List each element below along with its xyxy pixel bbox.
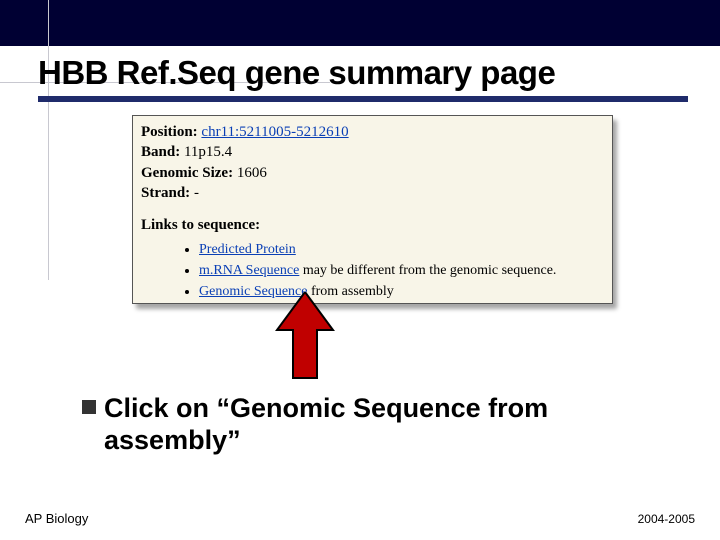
decor-line-v (48, 0, 49, 280)
mrna-sequence-link[interactable]: m.RNA Sequence (199, 263, 299, 278)
arrow-icon (275, 292, 335, 380)
mrna-suffix: may be different from the genomic sequen… (299, 263, 556, 278)
genomic-size-value: 1606 (237, 165, 267, 181)
title-underline (38, 96, 688, 102)
band-row: Band: 11p15.4 (141, 142, 604, 162)
slide-title: HBB Ref.Seq gene summary page (38, 54, 688, 92)
links-list: Predicted Protein m.RNA Sequence may be … (199, 241, 604, 302)
link-item-genomic: Genomic Sequence from assembly (199, 283, 604, 302)
strand-label: Strand: (141, 185, 190, 201)
position-link[interactable]: chr11:5211005-5212610 (201, 124, 348, 140)
gene-summary-panel: Position: chr11:5211005-5212610 Band: 11… (132, 115, 613, 304)
footer-left: AP Biology (25, 511, 88, 526)
links-heading: Links to sequence: (141, 215, 604, 235)
slide-top-bar (0, 0, 720, 46)
strand-row: Strand: - (141, 183, 604, 203)
strand-value: - (194, 185, 199, 201)
bullet-icon (82, 400, 96, 414)
genomic-size-label: Genomic Size: (141, 165, 233, 181)
red-arrow-icon (275, 292, 335, 380)
band-label: Band: (141, 144, 180, 160)
link-item-protein: Predicted Protein (199, 241, 604, 260)
instruction-text: Click on “Genomic Sequence from assembly… (104, 392, 690, 457)
genomic-size-row: Genomic Size: 1606 (141, 163, 604, 183)
position-label: Position: (141, 124, 198, 140)
position-row: Position: chr11:5211005-5212610 (141, 122, 604, 142)
footer-right: 2004-2005 (638, 512, 695, 526)
instruction: Click on “Genomic Sequence from assembly… (82, 392, 690, 457)
predicted-protein-link[interactable]: Predicted Protein (199, 242, 296, 257)
title-block: HBB Ref.Seq gene summary page (38, 54, 688, 102)
band-value: 11p15.4 (184, 144, 232, 160)
link-item-mrna: m.RNA Sequence may be different from the… (199, 262, 604, 281)
